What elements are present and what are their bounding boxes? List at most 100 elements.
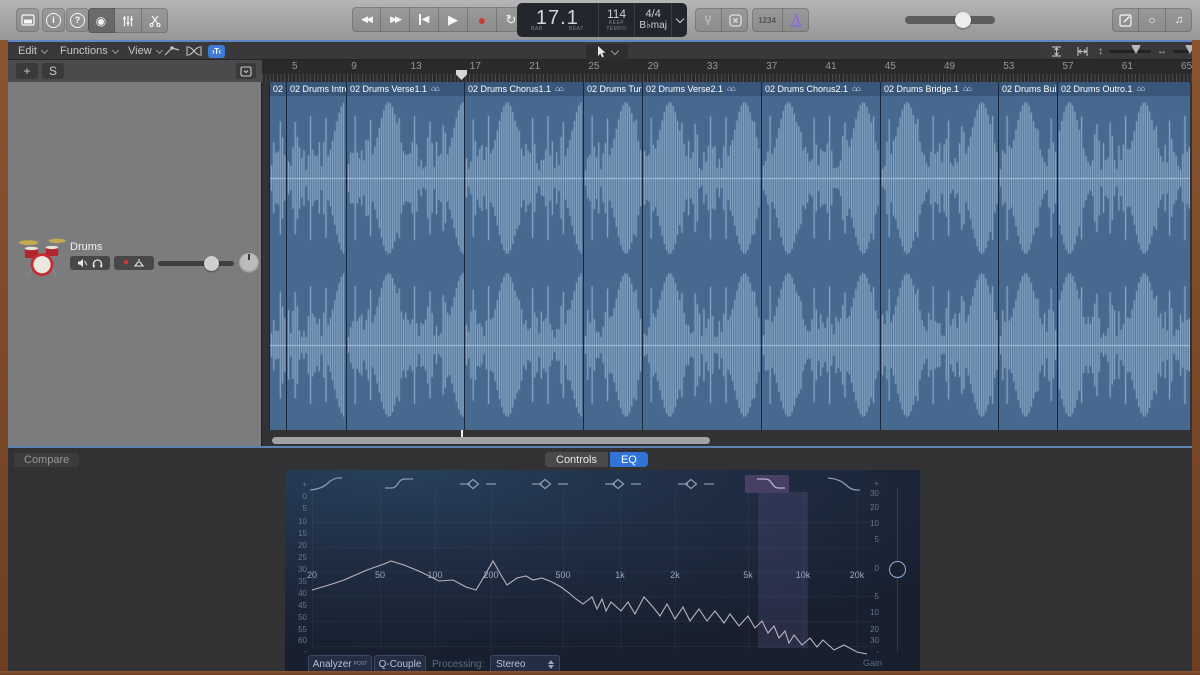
region-label: 02 Drums Intro.1: [287, 82, 346, 96]
desktop-edge-left: [0, 40, 8, 675]
region-label: 02: [270, 82, 286, 96]
audio-region[interactable]: 02 Drums Bridge.1 ⌂⌂: [880, 82, 998, 430]
eq-band-lowpass-icon[interactable]: [818, 475, 862, 493]
eq-band-low-shelf-icon[interactable]: [381, 475, 425, 493]
view-menu[interactable]: View: [128, 42, 163, 60]
vertical-auto-zoom-button[interactable]: [1046, 44, 1066, 59]
lcd-display[interactable]: 17.1 BAR BEAT 114 KEEP TEMPO 4/4 B♭maj: [517, 3, 687, 37]
audio-region[interactable]: 02 Drums Intro.1: [286, 82, 346, 430]
tool-selector[interactable]: [586, 44, 628, 60]
mixer-button[interactable]: [115, 8, 142, 33]
input-monitor-icon[interactable]: [133, 258, 145, 268]
solo-label: S: [48, 64, 57, 78]
add-track-label: +: [23, 64, 31, 78]
fit-horizontal-button[interactable]: [1072, 44, 1092, 59]
audio-region[interactable]: 02 Drums Turnar: [583, 82, 642, 430]
snap-to-transient-button[interactable]: ›T‹: [208, 45, 225, 58]
audio-region[interactable]: 02 Drums Outro.1 ⌂⌂: [1057, 82, 1190, 430]
vertical-zoom-icon: [1051, 46, 1061, 57]
inspector-button[interactable]: i: [42, 8, 65, 32]
loop-browser-button[interactable]: ○: [1139, 8, 1166, 32]
audio-region[interactable]: 02 Drums Build.1: [998, 82, 1057, 430]
forward-button[interactable]: ▶▶: [381, 7, 410, 32]
eq-band-bell-icon[interactable]: [454, 475, 498, 493]
master-bypass-button[interactable]: [722, 8, 748, 32]
functions-menu[interactable]: Functions: [60, 42, 119, 60]
smart-controls-button[interactable]: ◉: [88, 8, 115, 33]
browser-buttons: ○ ♫: [1112, 8, 1192, 32]
eq-band-highpass-icon[interactable]: [308, 475, 352, 493]
mute-icon[interactable]: [77, 258, 88, 268]
metronome-button[interactable]: [783, 8, 809, 32]
lcd-position[interactable]: 17.1 BAR BEAT: [517, 3, 599, 37]
notepad-button[interactable]: [1112, 8, 1139, 32]
eq-band-bell-icon[interactable]: [672, 475, 716, 493]
audio-region[interactable]: 02 Drums Verse2.1 ⌂⌂: [642, 82, 761, 430]
audio-region[interactable]: 02 Drums Verse1.1 ⌂⌂: [346, 82, 464, 430]
quick-help-button[interactable]: ?: [66, 8, 89, 32]
edit-area-menubar: Edit Functions View ›T‹ ↕ ↔: [0, 40, 1200, 60]
track-header-panel: Drums ●: [8, 82, 262, 446]
tab-eq[interactable]: EQ: [609, 452, 648, 467]
notepad-icon: [1118, 13, 1132, 27]
ruler-bar-number: 5: [292, 61, 298, 72]
audio-region[interactable]: 02 Drums Chorus2.1 ⌂⌂: [761, 82, 880, 430]
editors-button[interactable]: [142, 8, 168, 33]
processing-label: Processing:: [432, 659, 485, 670]
eq-band-bell-icon[interactable]: [526, 475, 570, 493]
q-couple-button[interactable]: Q-Couple: [374, 655, 426, 672]
apple-loop-icon: ⌂⌂: [727, 84, 736, 93]
library-button[interactable]: [16, 8, 39, 32]
tuner-button[interactable]: [695, 8, 722, 32]
track-header-options-button[interactable]: [236, 63, 256, 79]
track-lane[interactable]: 0202 Drums Intro.102 Drums Verse1.1⌂⌂02 …: [262, 82, 1192, 446]
goto-beginning-button[interactable]: ◀: [410, 7, 439, 32]
add-track-button[interactable]: +: [16, 63, 38, 79]
lcd-tempo[interactable]: 114 KEEP TEMPO: [599, 3, 636, 37]
lcd-mode-chevron[interactable]: [672, 3, 687, 37]
eq-frequency-label: 20: [306, 570, 318, 580]
edit-menu[interactable]: Edit: [18, 42, 49, 60]
region-name: 02 Drums Verse2.1: [646, 84, 724, 94]
ruler-bar-number: 13: [410, 61, 422, 72]
eq-band-bell-icon[interactable]: [599, 475, 643, 493]
gain-knob[interactable]: [889, 561, 906, 578]
headphones-icon[interactable]: [92, 258, 103, 268]
compare-button[interactable]: Compare: [14, 453, 80, 467]
track-volume-slider[interactable]: [158, 256, 234, 271]
media-browser-button[interactable]: ♫: [1166, 8, 1192, 32]
bar-ruler[interactable]: 5 9 13 17 21 25 29 33 37 41 45 49 53 57 61 65: [262, 60, 1192, 82]
master-volume-slider[interactable]: [905, 12, 995, 28]
horizontal-scrollbar[interactable]: [272, 437, 710, 444]
track-pan-knob[interactable]: [239, 253, 259, 273]
processing-select[interactable]: Stereo: [490, 655, 560, 672]
rewind-button[interactable]: ◀◀: [352, 7, 381, 32]
master-solo-button[interactable]: S: [42, 63, 64, 79]
goto-beginning-icon: ◀: [418, 14, 429, 25]
ruler-bar-number: 21: [529, 61, 541, 72]
master-volume-thumb[interactable]: [955, 12, 971, 28]
lcd-tempo-label: TEMPO: [606, 26, 627, 32]
audio-region[interactable]: 02 Drums Chorus1.1 ⌂⌂: [464, 82, 583, 430]
record-button[interactable]: ●: [468, 7, 497, 32]
tab-controls[interactable]: Controls: [545, 452, 608, 467]
eq-band-high-shelf-icon[interactable]: [744, 475, 789, 493]
lcd-key[interactable]: 4/4 B♭maj: [635, 3, 672, 37]
eq-db-scale-label: 35: [298, 577, 307, 586]
waveform-zoom-thumb[interactable]: [1131, 45, 1141, 54]
view-switcher: ◉: [88, 8, 168, 33]
desktop-edge-bottom: [0, 671, 1200, 675]
apple-loop-icon: ⌂⌂: [555, 84, 564, 93]
track-name[interactable]: Drums: [70, 241, 102, 253]
audio-region[interactable]: 02: [269, 82, 286, 430]
analyzer-button[interactable]: Analyzer POST: [308, 655, 372, 672]
record-enable-icon[interactable]: ●: [123, 258, 129, 268]
track-volume-thumb[interactable]: [204, 256, 219, 271]
waveform-zoom-slider[interactable]: [1109, 45, 1151, 54]
play-button[interactable]: ▶: [439, 7, 468, 32]
crossfade-tool-button[interactable]: [186, 45, 202, 57]
region-name: 02 Drums Intro.1: [290, 84, 346, 94]
automation-button[interactable]: [164, 45, 180, 57]
drums-track-header[interactable]: Drums ●: [8, 232, 261, 288]
count-in-button[interactable]: 1234: [752, 8, 783, 32]
